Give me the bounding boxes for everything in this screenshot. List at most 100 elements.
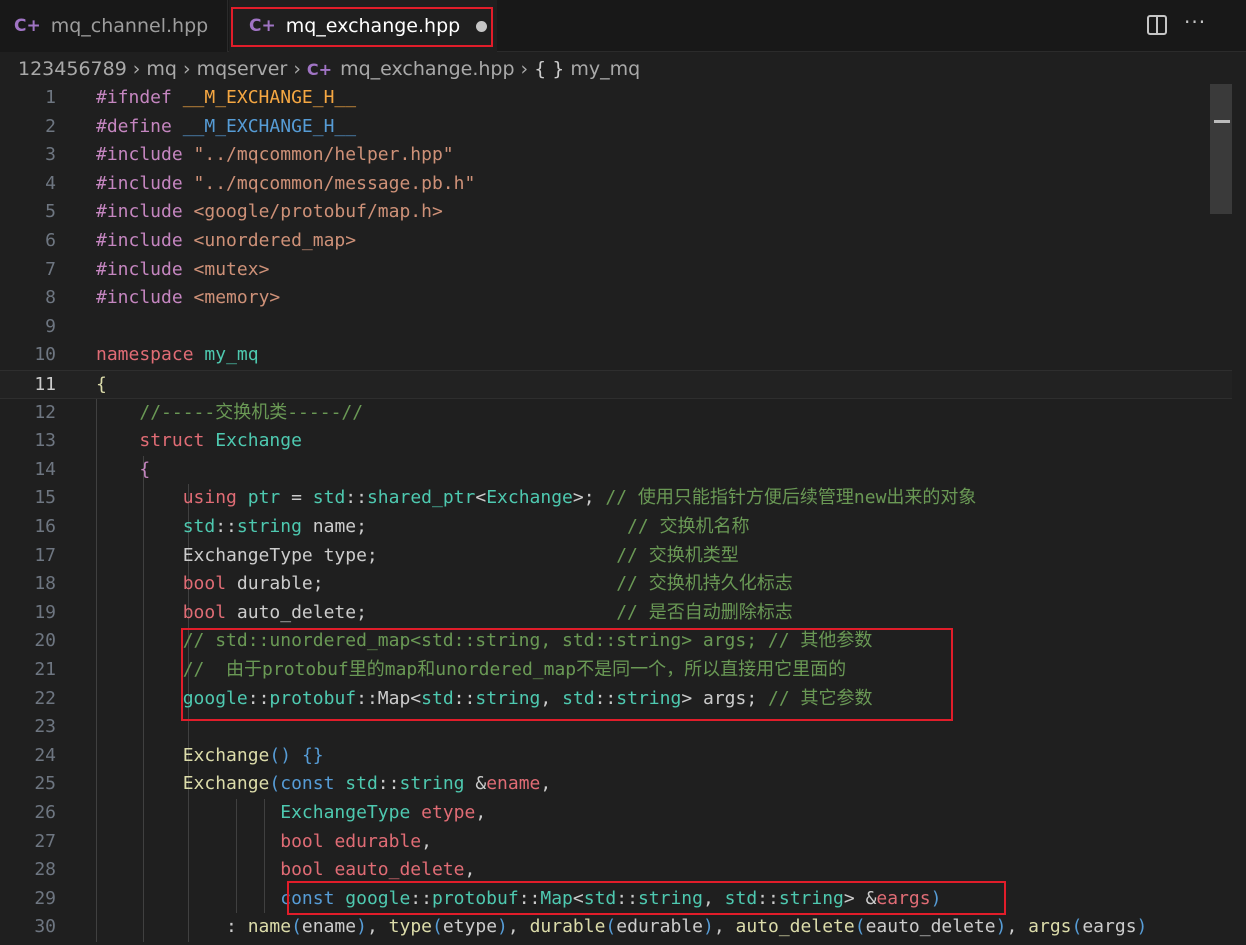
code-token: > args;	[681, 687, 769, 709]
code-token: ::	[410, 887, 432, 909]
code-token: name	[247, 916, 292, 938]
code-line[interactable]: 14 {	[0, 456, 1232, 485]
code-line[interactable]: 11 {	[0, 370, 1232, 399]
tab-mq-channel[interactable]: C+ mq_channel.hpp	[0, 0, 228, 52]
code-line[interactable]: 21 // 由于protobuf里的map和unordered_map不是同一个…	[0, 656, 1232, 685]
code-line[interactable]: 22 google::protobuf::Map<std::string, st…	[0, 685, 1232, 714]
code-line[interactable]: 19 bool auto_delete; // 是否自动删除标志	[0, 599, 1232, 628]
cpp-file-icon: C+	[14, 16, 41, 36]
breadcrumb-item[interactable]: 123456789	[18, 58, 127, 80]
line-number: 24	[34, 744, 56, 766]
vertical-scrollbar[interactable]	[1210, 84, 1232, 214]
code-line[interactable]: 29 const google::protobuf::Map<std::stri…	[0, 885, 1232, 914]
code-text: #include "../mqcommon/message.pb.h"	[96, 170, 475, 199]
code-line[interactable]: 8 #include <memory>	[0, 284, 1232, 313]
tab-mq-exchange[interactable]: C+ mq_exchange.hpp	[229, 0, 497, 52]
code-line[interactable]: 7 #include <mutex>	[0, 256, 1232, 285]
code-token: <	[572, 887, 584, 909]
code-token: ,	[1006, 916, 1029, 938]
code-line[interactable]: 26 ExchangeType etype,	[0, 799, 1232, 828]
code-line[interactable]: 2 #define __M_EXCHANGE_H__	[0, 113, 1232, 142]
code-token: ::	[518, 887, 541, 909]
code-text: ExchangeType etype,	[96, 799, 486, 828]
code-token: ptr	[247, 487, 281, 509]
code-token: )	[1136, 916, 1148, 938]
line-number: 27	[34, 830, 56, 852]
code-line[interactable]: 18 bool durable; // 交换机持久化标志	[0, 570, 1232, 599]
code-token: ::	[757, 887, 779, 909]
code-text: #include <google/protobuf/map.h>	[96, 198, 443, 227]
breadcrumb-item[interactable]: mqserver	[197, 58, 288, 80]
code-line[interactable]: 10 namespace my_mq	[0, 341, 1232, 370]
code-token: const	[280, 773, 335, 795]
code-token: <memory>	[193, 287, 281, 309]
code-line[interactable]: 6 #include <unordered_map>	[0, 227, 1232, 256]
code-editor[interactable]: 1 #ifndef __M_EXCHANGE_H__ 2 #define __M_EX…	[0, 84, 1232, 945]
split-editor-icon[interactable]	[1147, 15, 1167, 35]
code-token: =	[280, 487, 313, 509]
code-token: edurable	[616, 916, 703, 938]
code-line[interactable]: 4 #include "../mqcommon/message.pb.h"	[0, 170, 1232, 199]
code-line[interactable]: 17 ExchangeType type; // 交换机类型	[0, 542, 1232, 571]
code-token: bool	[280, 859, 324, 881]
code-token: type	[388, 916, 432, 938]
code-token: __M_EXCHANGE_H__	[182, 115, 357, 137]
breadcrumb-item[interactable]: mq	[146, 58, 177, 80]
code-line[interactable]: 24 Exchange() {}	[0, 742, 1232, 771]
code-token: )	[702, 916, 714, 938]
line-number: 29	[34, 887, 56, 909]
code-token: std	[724, 887, 758, 909]
code-line[interactable]: 1 #ifndef __M_EXCHANGE_H__	[0, 84, 1232, 113]
code-text: //-----交换机类-----//	[96, 399, 363, 428]
code-line[interactable]: 27 bool edurable,	[0, 828, 1232, 857]
code-line[interactable]: 12 //-----交换机类-----//	[0, 399, 1232, 428]
code-token: ::	[215, 516, 237, 537]
code-token: {	[96, 374, 107, 395]
code-token: using	[182, 487, 237, 509]
code-token: Map	[540, 887, 573, 909]
code-line[interactable]: 3 #include "../mqcommon/helper.hpp"	[0, 141, 1232, 170]
unsaved-dot-icon[interactable]	[476, 20, 488, 32]
code-line[interactable]: 16 std::string name; // 交换机名称	[0, 513, 1232, 542]
code-token: eauto_delete	[334, 859, 465, 881]
code-token: #define	[96, 115, 172, 137]
breadcrumb-item[interactable]: mq_exchange.hpp	[340, 58, 514, 80]
code-line[interactable]: 30 : name(ename), type(etype), durable(e…	[0, 913, 1232, 942]
code-token: // 交换机持久化标志	[616, 573, 793, 595]
code-token: >;	[572, 487, 606, 509]
line-number: 17	[34, 544, 56, 566]
code-line[interactable]: 5 #include <google/protobuf/map.h>	[0, 198, 1232, 227]
code-line[interactable]: 13 struct Exchange	[0, 427, 1232, 456]
code-line[interactable]: 23	[0, 713, 1232, 742]
code-token: protobuf	[431, 887, 519, 909]
line-number: 23	[34, 716, 56, 738]
code-line[interactable]: 15 using ptr = std::shared_ptr<Exchange>…	[0, 484, 1232, 513]
code-token: google	[182, 687, 248, 709]
line-number: 19	[34, 601, 56, 623]
code-token: ,	[421, 830, 432, 852]
code-token: > &	[843, 887, 877, 909]
code-line[interactable]: 28 bool eauto_delete,	[0, 856, 1232, 885]
line-number: 20	[34, 630, 56, 652]
code-token: ::	[377, 773, 400, 795]
code-line[interactable]: 25 Exchange(const std::string &ename,	[0, 770, 1232, 799]
code-line[interactable]: 9	[0, 313, 1232, 342]
code-line[interactable]: 20 // std::unordered_map<std::string, st…	[0, 627, 1232, 656]
code-text: {	[96, 371, 107, 400]
code-token: eargs	[1082, 916, 1137, 938]
code-token: ::	[594, 687, 617, 709]
code-token: "../mqcommon/message.pb.h"	[193, 172, 476, 194]
line-number: 10	[34, 344, 56, 366]
breadcrumb-item[interactable]: my_mq	[570, 58, 640, 80]
more-actions-icon[interactable]: ···	[1184, 10, 1206, 34]
code-text: Exchange(const std::string &ename,	[96, 770, 552, 799]
